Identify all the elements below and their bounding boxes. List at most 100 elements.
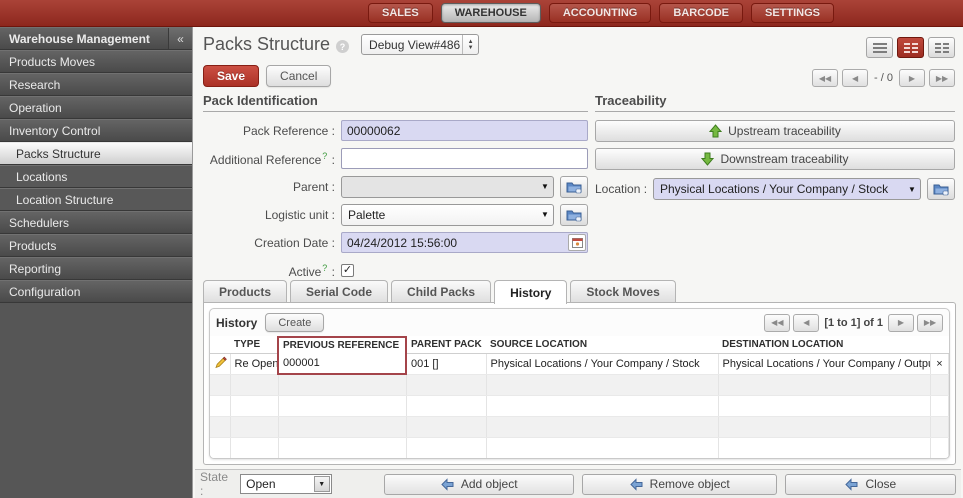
save-button[interactable]: Save <box>203 65 259 87</box>
page-header: Packs Structure ? Debug View#486 ▲▼ <box>203 34 479 55</box>
sidebar-item-operation[interactable]: Operation <box>0 96 192 119</box>
tab-history[interactable]: History <box>494 280 567 304</box>
creation-date-label: Creation Date : <box>203 236 335 250</box>
sidebar-item-packs-structure[interactable]: Packs Structure <box>0 142 192 165</box>
creation-date-input[interactable]: 04/24/2012 15:56:00 <box>341 232 588 253</box>
first-record-button[interactable]: ◀◀ <box>812 69 838 87</box>
help-icon[interactable]: ? <box>336 40 349 53</box>
app-window: SALES WAREHOUSE ACCOUNTING BARCODE SETTI… <box>0 0 963 498</box>
parent-open-button[interactable] <box>560 176 588 198</box>
tab-products[interactable]: Products <box>203 280 287 303</box>
next-record-button[interactable]: ▶ <box>899 69 925 87</box>
notebook-tabs: Products Serial Code Child Packs History… <box>203 279 676 303</box>
additional-reference-label: Additional Reference? : <box>203 151 335 167</box>
state-select[interactable]: Open ▼ <box>240 474 332 494</box>
create-button[interactable]: Create <box>265 313 324 332</box>
delete-column-header <box>931 337 949 353</box>
menu-barcode[interactable]: BARCODE <box>659 3 743 23</box>
upstream-traceability-button[interactable]: Upstream traceability <box>595 120 955 142</box>
delete-row-icon[interactable]: × <box>931 353 949 374</box>
location-label: Location : <box>595 182 653 196</box>
menu-warehouse[interactable]: WAREHOUSE <box>441 3 541 23</box>
cancel-button[interactable]: Cancel <box>266 65 331 87</box>
debug-view-label: Debug View#486 <box>362 38 462 52</box>
additional-reference-input[interactable] <box>341 148 588 169</box>
downstream-traceability-button[interactable]: Downstream traceability <box>595 148 955 170</box>
column-destination-location[interactable]: DESTINATION LOCATION <box>718 337 931 353</box>
column-parent-pack[interactable]: PARENT PACK <box>406 337 486 353</box>
history-table: TYPE PREVIOUS REFERENCE PARENT PACK SOUR… <box>210 336 949 459</box>
column-source-location[interactable]: SOURCE LOCATION <box>486 337 718 353</box>
sidebar-item-inventory-control[interactable]: Inventory Control <box>0 119 192 142</box>
active-checkbox[interactable]: ✓ <box>341 264 354 277</box>
cell-source-location: Physical Locations / Your Company / Stoc… <box>486 353 718 374</box>
top-menu: SALES WAREHOUSE ACCOUNTING BARCODE SETTI… <box>368 3 834 23</box>
remove-object-button[interactable]: Remove object <box>582 474 777 495</box>
pencil-icon <box>214 356 227 369</box>
column-previous-reference[interactable]: PREVIOUS REFERENCE <box>278 337 406 353</box>
history-list-title: History <box>216 316 257 330</box>
field-help-icon: ? <box>322 263 327 273</box>
chevron-down-icon: ▼ <box>537 210 553 219</box>
edit-cell[interactable] <box>210 353 230 374</box>
menu-settings[interactable]: SETTINGS <box>751 3 834 23</box>
first-page-button[interactable]: ◀◀ <box>764 314 790 332</box>
form-view-icon[interactable] <box>897 37 924 58</box>
sidebar-item-research[interactable]: Research <box>0 73 192 96</box>
sidebar-collapse-button[interactable]: « <box>168 28 192 49</box>
logistic-unit-select[interactable]: Palette ▼ <box>341 204 554 226</box>
sidebar-item-products[interactable]: Products <box>0 234 192 257</box>
column-type[interactable]: TYPE <box>230 337 278 353</box>
debug-view-selector[interactable]: Debug View#486 ▲▼ <box>361 34 479 55</box>
history-list: History Create ◀◀ ◀ [1 to 1] of 1 ▶ ▶▶ <box>209 308 950 459</box>
tab-child-packs[interactable]: Child Packs <box>391 280 491 303</box>
empty-row <box>210 416 949 437</box>
field-logistic-unit: Logistic unit : Palette ▼ <box>203 204 588 225</box>
group-title-pack-identification: Pack Identification <box>203 93 588 112</box>
history-tab-panel: History Create ◀◀ ◀ [1 to 1] of 1 ▶ ▶▶ <box>203 302 956 465</box>
next-page-button[interactable]: ▶ <box>888 314 914 332</box>
last-page-button[interactable]: ▶▶ <box>917 314 943 332</box>
diagram-view-icon[interactable] <box>928 37 955 58</box>
edit-column-header <box>210 337 230 353</box>
add-object-button[interactable]: Add object <box>384 474 574 495</box>
state-label: State : <box>200 470 234 498</box>
location-select[interactable]: Physical Locations / Your Company / Stoc… <box>653 178 921 200</box>
field-parent: Parent : ▼ <box>203 176 588 197</box>
arrow-left-icon <box>844 478 859 491</box>
cell-parent-pack: 001 [] <box>406 353 486 374</box>
field-help-icon: ? <box>322 151 327 161</box>
table-header-row: TYPE PREVIOUS REFERENCE PARENT PACK SOUR… <box>210 337 949 353</box>
logistic-unit-open-button[interactable] <box>560 204 588 226</box>
close-button[interactable]: Close <box>785 474 956 495</box>
menu-accounting[interactable]: ACCOUNTING <box>549 3 652 23</box>
record-pager: ◀◀ ◀ - / 0 ▶ ▶▶ <box>812 69 955 87</box>
last-record-button[interactable]: ▶▶ <box>929 69 955 87</box>
view-switcher <box>866 37 955 58</box>
previous-record-button[interactable]: ◀ <box>842 69 868 87</box>
tab-stock-moves[interactable]: Stock Moves <box>570 280 675 303</box>
sidebar-item-configuration[interactable]: Configuration <box>0 280 192 303</box>
parent-select[interactable]: ▼ <box>341 176 554 198</box>
pack-reference-input[interactable]: 00000062 <box>341 120 588 141</box>
location-open-button[interactable] <box>927 178 955 200</box>
folder-icon <box>933 182 949 196</box>
main-content: Packs Structure ? Debug View#486 ▲▼ ◀◀ ◀ <box>193 27 963 498</box>
table-row[interactable]: Re Open 000001 001 [] Physical Locations… <box>210 353 949 374</box>
page-title: Packs Structure <box>203 34 330 55</box>
tab-serial-code[interactable]: Serial Code <box>290 280 388 303</box>
menu-sales[interactable]: SALES <box>368 3 433 23</box>
sidebar-item-reporting[interactable]: Reporting <box>0 257 192 280</box>
sidebar-header: Warehouse Management « <box>0 27 192 50</box>
sidebar-item-locations[interactable]: Locations <box>0 165 192 188</box>
calendar-icon[interactable] <box>568 234 586 251</box>
previous-page-button[interactable]: ◀ <box>793 314 819 332</box>
cell-previous-reference: 000001 <box>278 353 406 374</box>
sidebar-item-location-structure[interactable]: Location Structure <box>0 188 192 211</box>
field-pack-reference: Pack Reference : 00000062 <box>203 120 588 141</box>
sidebar-item-schedulers[interactable]: Schedulers <box>0 211 192 234</box>
sidebar-item-products-moves[interactable]: Products Moves <box>0 50 192 73</box>
arrow-down-icon <box>701 152 714 166</box>
field-location: Location : Physical Locations / Your Com… <box>595 178 955 200</box>
list-view-icon[interactable] <box>866 37 893 58</box>
